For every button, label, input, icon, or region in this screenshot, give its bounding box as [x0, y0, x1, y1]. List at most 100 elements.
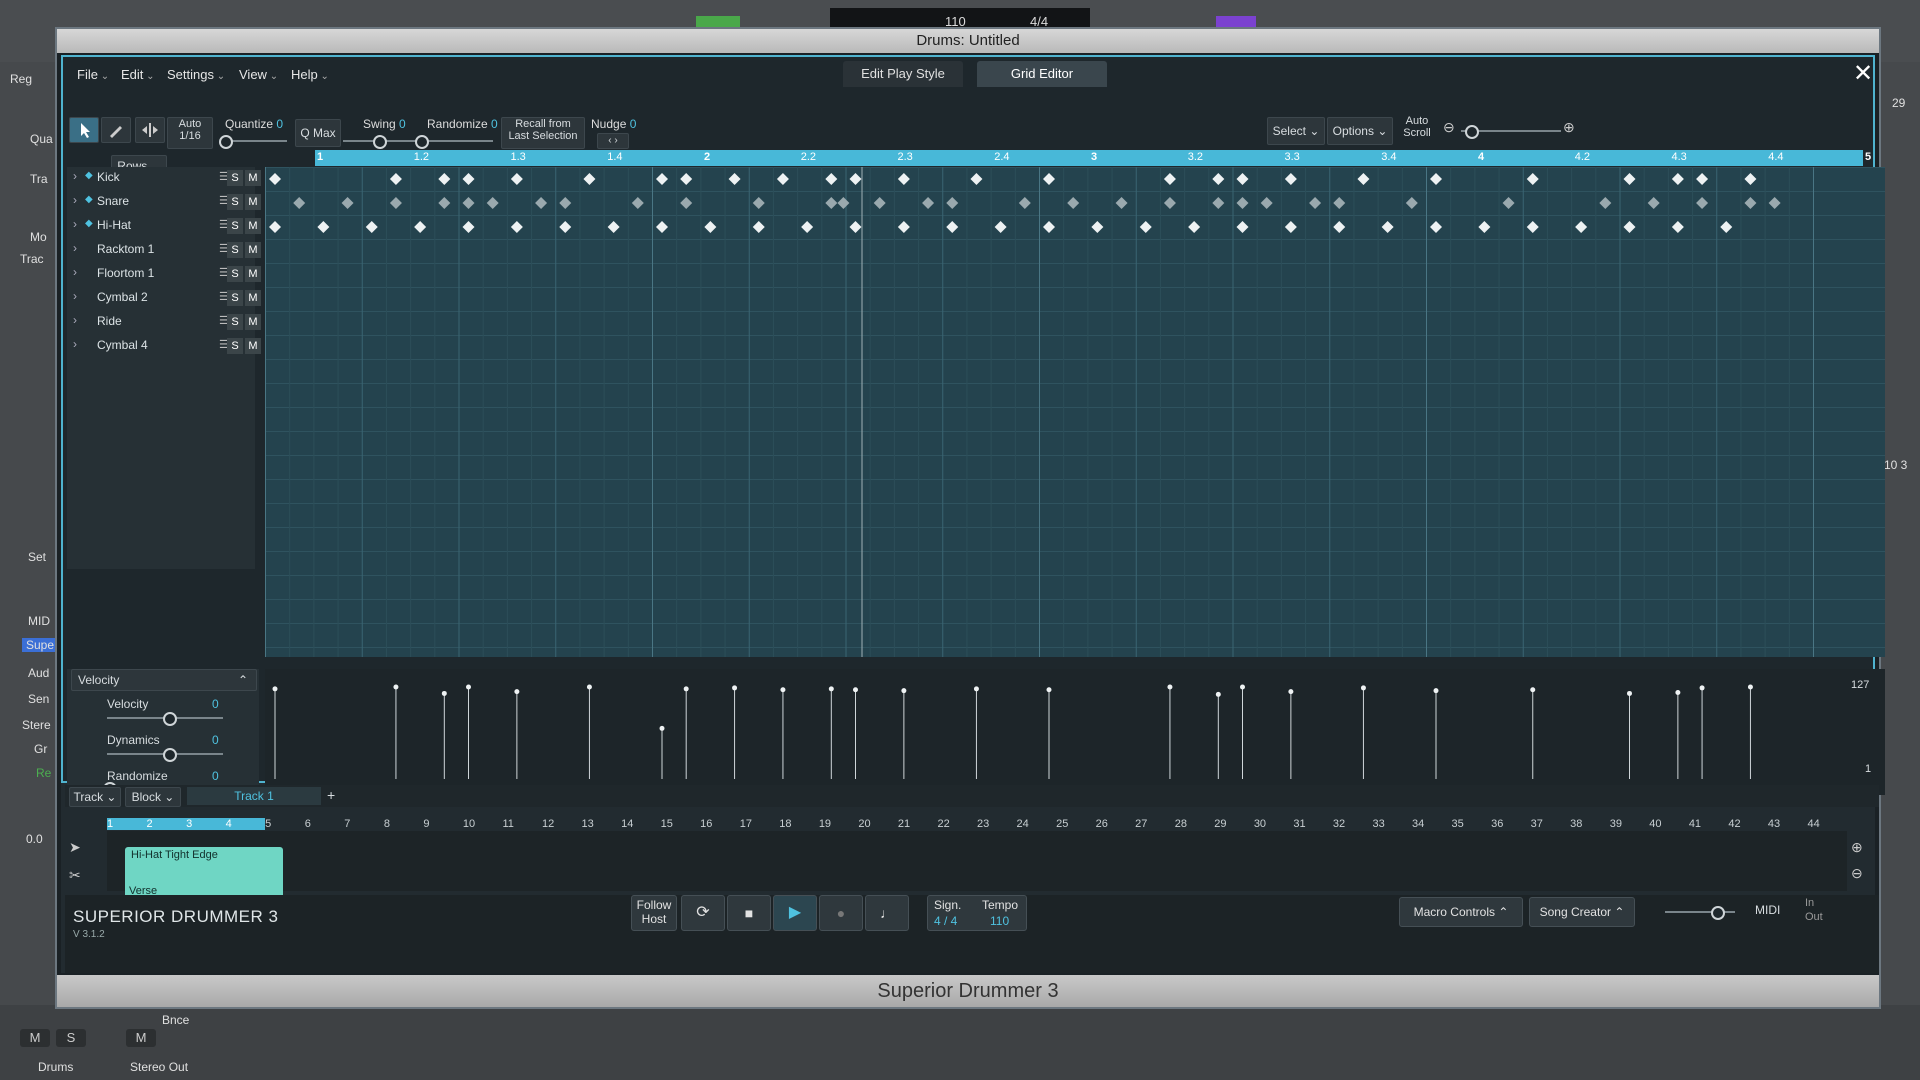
zoom-in-icon[interactable]: ⊕	[1563, 119, 1575, 136]
velocity-handle[interactable]	[683, 686, 689, 692]
note-hit[interactable]	[1067, 197, 1080, 209]
song-scissors-icon[interactable]: ✂	[69, 867, 81, 884]
add-track-button[interactable]: +	[327, 787, 335, 803]
expand-chevron-icon[interactable]: ›	[73, 313, 77, 327]
mute-button[interactable]: M	[245, 290, 261, 306]
note-grid[interactable]	[265, 167, 1885, 657]
note-hit[interactable]	[897, 221, 910, 233]
note-hit[interactable]	[1236, 221, 1249, 233]
note-hit[interactable]	[1043, 173, 1055, 185]
note-hit[interactable]	[1357, 173, 1370, 185]
menu-view[interactable]: View	[239, 67, 278, 82]
note-hit[interactable]	[389, 197, 402, 209]
note-hit[interactable]	[414, 221, 427, 233]
velocity-handle[interactable]	[1699, 685, 1705, 691]
note-hit[interactable]	[293, 197, 306, 209]
velocity-handle[interactable]	[1360, 685, 1366, 691]
solo-button[interactable]: S	[227, 290, 243, 306]
instrument-row[interactable]: › ◆ Kick ☰ S M	[67, 167, 261, 189]
instrument-row[interactable]: › ◆ Hi-Hat ☰ S M	[67, 215, 261, 237]
note-hit[interactable]	[486, 197, 499, 209]
expand-chevron-icon[interactable]: ›	[73, 193, 77, 207]
note-hit[interactable]	[1720, 221, 1733, 233]
tab-edit-play-style[interactable]: Edit Play Style	[843, 61, 963, 87]
note-hit[interactable]	[752, 221, 765, 233]
note-hit[interactable]	[1526, 173, 1539, 185]
solo-button[interactable]: S	[227, 170, 243, 186]
note-hit[interactable]	[1623, 173, 1636, 185]
velocity-handle[interactable]	[1747, 684, 1753, 690]
velocity-handle[interactable]	[1288, 689, 1294, 695]
note-hit[interactable]	[389, 173, 402, 185]
note-hit[interactable]	[1333, 221, 1346, 233]
note-hit[interactable]	[317, 221, 330, 233]
song-block-clip[interactable]: Hi-Hat Tight Edge Verse	[125, 847, 283, 901]
note-hit[interactable]	[801, 221, 814, 233]
timeline-ruler[interactable]: 1 1.2 1.3 1.4 2 2.2 2.3 2.4 3 3.2 3.3 3.4 4 4.2 4.3 4.4…	[315, 150, 1871, 166]
note-hit[interactable]	[897, 173, 910, 185]
velocity-handle[interactable]	[853, 687, 858, 693]
note-hit[interactable]	[341, 197, 354, 209]
pointer-tool-icon[interactable]	[69, 117, 99, 143]
note-hit[interactable]	[970, 173, 983, 185]
note-hit[interactable]	[1091, 221, 1104, 233]
note-hit[interactable]	[1043, 221, 1055, 233]
track-dropdown[interactable]: Track ⌄	[69, 787, 121, 807]
velocity-handle[interactable]	[1627, 690, 1632, 696]
note-hit[interactable]	[1333, 197, 1346, 209]
randomize-slider[interactable]	[419, 140, 493, 142]
note-hit[interactable]	[438, 197, 451, 209]
song-track-area[interactable]	[107, 831, 1847, 891]
solo-button[interactable]: S	[227, 338, 243, 354]
mute-button[interactable]: M	[245, 266, 261, 282]
note-hit[interactable]	[1430, 221, 1442, 233]
note-hit[interactable]	[1671, 173, 1684, 185]
note-hit[interactable]	[1163, 197, 1176, 209]
note-hit[interactable]	[438, 173, 451, 185]
song-pointer-icon[interactable]: ➤	[69, 839, 81, 856]
note-hit[interactable]	[1502, 197, 1515, 209]
mute-button[interactable]: M	[245, 194, 261, 210]
note-hit[interactable]	[1309, 197, 1322, 209]
song-zoom-in-icon[interactable]: ⊕	[1851, 839, 1863, 856]
note-hit[interactable]	[607, 221, 620, 233]
split-tool-icon[interactable]	[135, 117, 165, 143]
note-hit[interactable]	[825, 197, 838, 209]
note-hit[interactable]	[946, 197, 959, 209]
nudge-arrows[interactable]: ‹ ›	[597, 133, 629, 149]
metronome-button[interactable]: ♩	[865, 895, 909, 931]
note-hit[interactable]	[269, 173, 281, 185]
menu-settings[interactable]: Settings	[167, 67, 225, 82]
velocity-handle[interactable]	[973, 686, 979, 692]
velocity-handle[interactable]	[732, 685, 738, 691]
note-hit[interactable]	[776, 173, 789, 185]
note-hit[interactable]	[1188, 221, 1201, 233]
note-hit[interactable]	[728, 173, 741, 185]
block-dropdown[interactable]: Block ⌄	[125, 787, 181, 807]
note-hit[interactable]	[583, 173, 596, 185]
song-ruler[interactable]: 1 2 3 4 5 6 7 8 9 10 11 12 13 14 15 16 17 18 19 20 21 22 23 24 2…	[107, 818, 1847, 832]
note-hit[interactable]	[656, 221, 668, 233]
expand-chevron-icon[interactable]: ›	[73, 337, 77, 351]
note-hit[interactable]	[1478, 221, 1491, 233]
swing-knob[interactable]	[373, 135, 387, 149]
dynamics-knob[interactable]	[163, 748, 177, 762]
note-hit[interactable]	[1212, 173, 1225, 185]
tab-track-1[interactable]: Track 1	[187, 787, 321, 805]
note-hit[interactable]	[873, 197, 886, 209]
velocity-handle[interactable]	[1167, 684, 1173, 690]
velocity-handle[interactable]	[1046, 687, 1052, 693]
note-hit[interactable]	[837, 197, 850, 209]
note-hit[interactable]	[1115, 197, 1128, 209]
tab-grid-editor[interactable]: Grid Editor	[977, 61, 1107, 87]
velocity-handle[interactable]	[1433, 688, 1439, 694]
note-hit[interactable]	[849, 221, 862, 233]
note-hit[interactable]	[462, 221, 475, 233]
note-hit[interactable]	[680, 197, 693, 209]
mute-button[interactable]: M	[245, 218, 261, 234]
instrument-row[interactable]: › Cymbal 2 ☰ S M	[67, 287, 261, 309]
velocity-handle[interactable]	[901, 688, 907, 694]
macro-controls-button[interactable]: Macro Controls ⌃	[1399, 897, 1523, 927]
solo-button[interactable]: S	[227, 314, 243, 330]
mute-button[interactable]: M	[245, 170, 261, 186]
